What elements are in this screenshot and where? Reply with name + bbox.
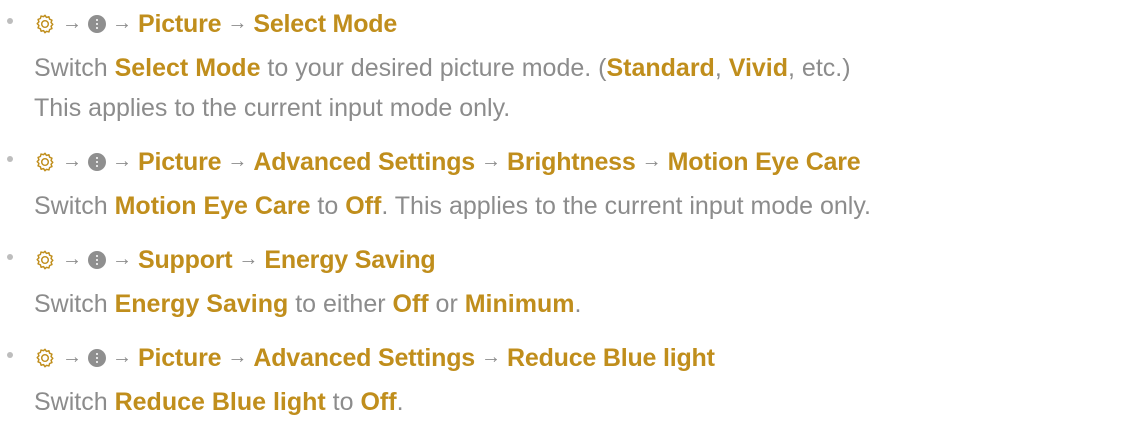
bullet-icon [7, 18, 13, 24]
description-text: to [325, 388, 361, 416]
arrow-right-icon: → [62, 345, 82, 368]
description-text: . This applies to the current input mode… [381, 192, 871, 220]
highlighted-term: Select Mode [114, 54, 261, 82]
path-segment: Picture [138, 9, 222, 38]
description-text: or [428, 290, 465, 318]
path-segment: Energy Saving [264, 245, 436, 274]
arrow-right-icon: → [641, 149, 662, 172]
settings-gear-icon [34, 249, 56, 271]
all-settings-dots-icon [88, 153, 106, 171]
bullet-icon [7, 156, 13, 162]
all-settings-dots-icon [88, 349, 106, 367]
description-text: Switch [34, 192, 115, 220]
arrow-right-icon: → [227, 149, 248, 172]
settings-path: → → Picture → Advanced Settings → Brightness → M… [34, 138, 1132, 186]
description-text: Switch [34, 290, 115, 318]
description-text: Switch [34, 54, 115, 82]
highlighted-term: Off [360, 388, 397, 416]
arrow-right-icon: → [62, 11, 82, 34]
list-item: → → Picture → Select Mode Switch Select Mode … [0, 0, 1132, 128]
highlighted-term: Energy Saving [114, 290, 289, 318]
highlighted-term: Off [392, 290, 429, 318]
settings-path: → → Picture → Advanced Settings → Reduce Blue … [34, 334, 1132, 382]
list-item: → → Support → Energy Saving Switch Energy Sav… [0, 236, 1132, 324]
settings-path: → → Support → Energy Saving [34, 236, 1132, 284]
arrow-right-icon: → [62, 149, 82, 172]
highlighted-term: Motion Eye Care [114, 192, 311, 220]
description-text: , [714, 54, 729, 82]
arrow-right-icon: → [112, 149, 132, 172]
bullet-icon [7, 254, 13, 260]
arrow-right-icon: → [481, 149, 502, 172]
path-segment: Advanced Settings [253, 147, 476, 176]
path-segment: Picture [138, 147, 222, 176]
highlighted-term: Off [345, 192, 382, 220]
list-item: → → Picture → Advanced Settings → Brightness → M… [0, 138, 1132, 226]
path-segment: Support [138, 245, 233, 274]
description-line: Switch Motion Eye Care to Off. This appl… [34, 186, 1132, 226]
arrow-right-icon: → [238, 247, 259, 270]
path-segment: Picture [138, 343, 222, 372]
path-segment: Advanced Settings [253, 343, 476, 372]
settings-path: → → Picture → Select Mode [34, 0, 1132, 48]
arrow-right-icon: → [112, 247, 132, 270]
highlighted-term: Minimum [464, 290, 575, 318]
description-text: This applies to the current input mode o… [34, 94, 511, 122]
arrow-right-icon: → [481, 345, 502, 368]
path-segment: Reduce Blue light [507, 343, 715, 372]
description-line: Switch Energy Saving to either Off or Mi… [34, 284, 1132, 324]
highlighted-term: Reduce Blue light [114, 388, 326, 416]
highlighted-term: Vivid [728, 54, 789, 82]
settings-gear-icon [34, 151, 56, 173]
arrow-right-icon: → [227, 345, 248, 368]
settings-gear-icon [34, 347, 56, 369]
all-settings-dots-icon [88, 251, 106, 269]
description-text: Switch [34, 388, 115, 416]
list-item: → → Picture → Advanced Settings → Reduce Blue … [0, 334, 1132, 422]
highlighted-term: Standard [606, 54, 715, 82]
description-text: to [310, 192, 346, 220]
description-line: This applies to the current input mode o… [34, 88, 1132, 128]
description-line: Switch Reduce Blue light to Off. [34, 382, 1132, 422]
instruction-list: → → Picture → Select Mode Switch Select Mode … [0, 0, 1132, 432]
description-text: to your desired picture mode. ( [260, 54, 607, 82]
bullet-icon [7, 352, 13, 358]
arrow-right-icon: → [112, 11, 132, 34]
description-text: . [396, 388, 404, 416]
path-segment: Motion Eye Care [667, 147, 861, 176]
description-text: to either [288, 290, 393, 318]
arrow-right-icon: → [62, 247, 82, 270]
all-settings-dots-icon [88, 15, 106, 33]
arrow-right-icon: → [112, 345, 132, 368]
settings-gear-icon [34, 13, 56, 35]
description-text: , etc.) [788, 54, 851, 82]
description-line: Switch Select Mode to your desired pictu… [34, 48, 1132, 88]
description-text: . [574, 290, 582, 318]
path-segment: Brightness [507, 147, 636, 176]
path-segment: Select Mode [253, 9, 398, 38]
arrow-right-icon: → [227, 11, 248, 34]
